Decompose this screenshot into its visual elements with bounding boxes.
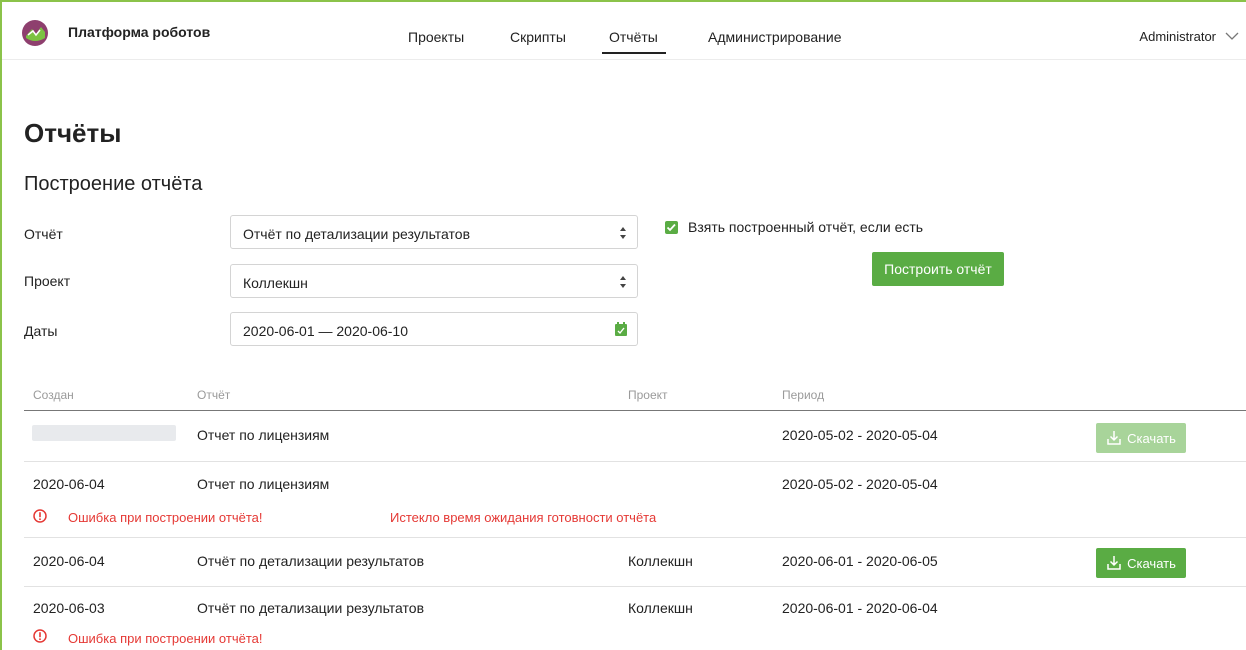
column-header-created[interactable]: Создан <box>33 388 74 402</box>
section-title: Построение отчёта <box>24 173 203 195</box>
sort-arrows-icon <box>620 276 626 288</box>
check-icon <box>666 223 676 231</box>
report-name-cell: Отчет по лицензиям <box>197 427 330 443</box>
created-loading-placeholder <box>32 425 176 441</box>
project-label: Проект <box>24 273 71 289</box>
window-frame-left <box>0 0 2 650</box>
column-header-period[interactable]: Период <box>782 388 824 402</box>
column-header-project[interactable]: Проект <box>628 388 668 402</box>
download-label: Скачать <box>1127 430 1176 446</box>
project-select-value: Коллекшн <box>243 275 308 291</box>
period-cell: 2020-06-01 - 2020-06-05 <box>782 553 938 569</box>
nav-item-administration[interactable]: Администрирование <box>708 29 842 45</box>
project-select[interactable]: Коллекшн <box>230 264 638 298</box>
exclamation-circle-icon <box>33 629 47 643</box>
error-message: Ошибка при построении отчёта! <box>68 631 263 646</box>
report-select[interactable]: Отчёт по детализации результатов <box>230 215 638 249</box>
page-title: Отчёты <box>24 118 122 148</box>
dates-range-input[interactable]: 2020-06-01 — 2020-06-10 <box>230 312 638 346</box>
report-label: Отчёт <box>24 226 63 242</box>
download-button-disabled[interactable]: Скачать <box>1096 423 1186 453</box>
robot-platform-logo-icon[interactable] <box>22 20 48 46</box>
use-existing-report-checkbox[interactable] <box>665 220 678 234</box>
period-cell: 2020-05-02 - 2020-05-04 <box>782 476 938 492</box>
calendar-check-icon[interactable] <box>615 322 627 336</box>
error-message: Ошибка при построении отчёта! <box>68 510 263 525</box>
brand-title[interactable]: Платформа роботов <box>68 24 210 40</box>
error-detail: Истекло время ожидания готовности отчёта <box>390 510 657 525</box>
nav-item-scripts[interactable]: Скрипты <box>510 29 566 45</box>
report-name-cell: Отчёт по детализации результатов <box>197 553 425 569</box>
nav-item-projects[interactable]: Проекты <box>408 29 464 45</box>
download-icon <box>1107 556 1121 570</box>
dates-label: Даты <box>24 323 58 339</box>
use-existing-report-checkbox-row[interactable]: Взять построенный отчёт, если есть <box>665 219 923 235</box>
report-name-cell: Отчет по лицензиям <box>197 476 330 492</box>
row-divider <box>24 461 1246 462</box>
report-name-cell: Отчёт по детализации результатов <box>197 600 425 616</box>
project-cell: Коллекшн <box>628 553 693 569</box>
created-date-cell: 2020-06-04 <box>33 553 105 569</box>
dates-range-value: 2020-06-01 — 2020-06-10 <box>243 323 409 339</box>
project-cell: Коллекшн <box>628 600 693 616</box>
exclamation-circle-icon <box>33 509 47 523</box>
sort-arrows-icon <box>620 227 626 239</box>
top-navigation-bar: Платформа роботов Проекты Скрипты Отчёты… <box>2 2 1246 60</box>
nav-item-reports[interactable]: Отчёты <box>609 29 658 45</box>
download-icon <box>1107 431 1121 445</box>
table-header-divider <box>24 410 1246 411</box>
created-date-cell: 2020-06-04 <box>33 476 105 492</box>
build-report-button[interactable]: Построить отчёт <box>872 252 1004 286</box>
column-header-report[interactable]: Отчёт <box>197 388 230 402</box>
download-button[interactable]: Скачать <box>1096 548 1186 578</box>
created-date-cell: 2020-06-03 <box>33 600 105 616</box>
nav-active-indicator <box>602 52 666 54</box>
chevron-down-icon[interactable] <box>1224 28 1240 44</box>
user-menu-name[interactable]: Administrator <box>1139 29 1216 44</box>
report-select-value: Отчёт по детализации результатов <box>243 226 471 242</box>
row-divider <box>24 586 1246 587</box>
period-cell: 2020-05-02 - 2020-05-04 <box>782 427 938 443</box>
download-label: Скачать <box>1127 555 1176 571</box>
period-cell: 2020-06-01 - 2020-06-04 <box>782 600 938 616</box>
row-divider <box>24 537 1246 538</box>
use-existing-report-label: Взять построенный отчёт, если есть <box>688 219 924 235</box>
